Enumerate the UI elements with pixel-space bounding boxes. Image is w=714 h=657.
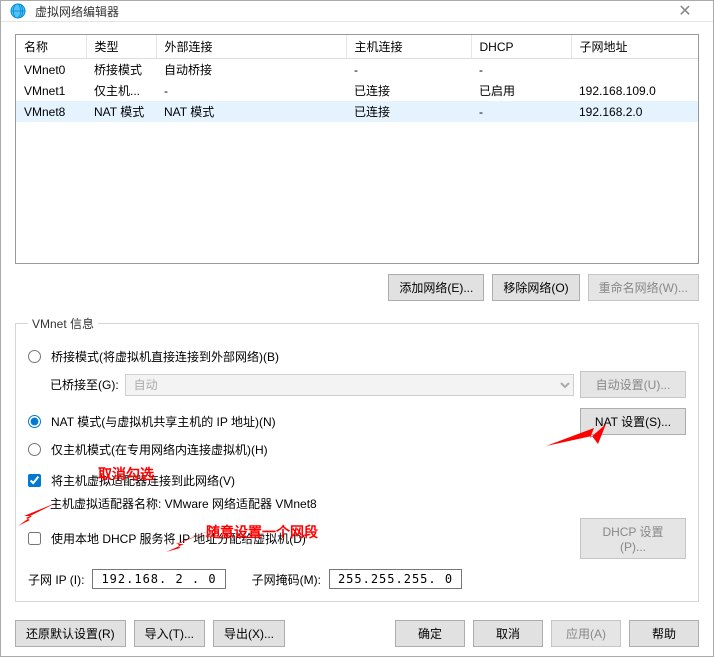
cell-name: VMnet1: [16, 80, 86, 101]
import-button[interactable]: 导入(T)...: [134, 620, 205, 647]
table-row[interactable]: VMnet8NAT 模式NAT 模式已连接-192.168.2.0: [16, 101, 698, 122]
table-row[interactable]: VMnet1仅主机...-已连接已启用192.168.109.0: [16, 80, 698, 101]
remove-network-button[interactable]: 移除网络(O): [492, 274, 579, 301]
bridged-to-label: 已桥接至(G):: [50, 376, 119, 393]
table-row[interactable]: VMnet0桥接模式自动桥接--: [16, 59, 698, 81]
nat-settings-button[interactable]: NAT 设置(S)...: [580, 408, 686, 435]
cell-subnet: [571, 59, 698, 81]
host-only-label: 仅主机模式(在专用网络内连接虚拟机)(H): [51, 441, 268, 458]
cell-host: -: [346, 59, 471, 81]
cell-type: 仅主机...: [86, 80, 156, 101]
fieldset-legend: VMnet 信息: [28, 315, 98, 332]
subnet-ip-label: 子网 IP (I):: [28, 571, 84, 588]
restore-defaults-button[interactable]: 还原默认设置(R): [15, 620, 126, 647]
auto-settings-button: 自动设置(U)...: [580, 371, 686, 398]
rename-network-button: 重命名网络(W)...: [588, 274, 699, 301]
host-adapter-name: 主机虚拟适配器名称: VMware 网络适配器 VMnet8: [50, 495, 317, 512]
bridged-mode-label: 桥接模式(将虚拟机直接连接到外部网络)(B): [51, 348, 279, 365]
app-icon: [9, 2, 27, 20]
network-button-row: 添加网络(E)... 移除网络(O) 重命名网络(W)...: [15, 274, 699, 301]
cell-dhcp: 已启用: [471, 80, 571, 101]
col-type[interactable]: 类型: [86, 35, 156, 59]
col-name[interactable]: 名称: [16, 35, 86, 59]
connect-host-checkbox[interactable]: [28, 474, 41, 487]
col-dhcp[interactable]: DHCP: [471, 35, 571, 59]
cell-ext: -: [156, 80, 346, 101]
col-ext[interactable]: 外部连接: [156, 35, 346, 59]
dhcp-settings-button: DHCP 设置(P)...: [580, 518, 686, 559]
cell-name: VMnet0: [16, 59, 86, 81]
cell-ext: NAT 模式: [156, 101, 346, 122]
window-title: 虚拟网络编辑器: [35, 3, 665, 20]
add-network-button[interactable]: 添加网络(E)...: [388, 274, 484, 301]
subnet-mask-input[interactable]: 255.255.255. 0: [329, 569, 462, 589]
bridged-to-select: 自动: [125, 374, 574, 396]
ok-button[interactable]: 确定: [395, 620, 465, 647]
vmnet-table[interactable]: 名称 类型 外部连接 主机连接 DHCP 子网地址 VMnet0桥接模式自动桥接…: [15, 34, 699, 264]
table-header-row: 名称 类型 外部连接 主机连接 DHCP 子网地址: [16, 35, 698, 59]
col-host[interactable]: 主机连接: [346, 35, 471, 59]
nat-mode-radio[interactable]: [28, 415, 41, 428]
subnet-ip-input[interactable]: 192.168. 2 . 0: [92, 569, 225, 589]
cancel-button[interactable]: 取消: [473, 620, 543, 647]
cell-dhcp: -: [471, 101, 571, 122]
apply-button: 应用(A): [551, 620, 621, 647]
cell-subnet: 192.168.2.0: [571, 101, 698, 122]
use-dhcp-label: 使用本地 DHCP 服务将 IP 地址分配给虚拟机(D): [51, 530, 306, 547]
bridged-mode-radio[interactable]: [28, 350, 41, 363]
nat-mode-label: NAT 模式(与虚拟机共享主机的 IP 地址)(N): [51, 413, 276, 430]
col-subnet[interactable]: 子网地址: [571, 35, 698, 59]
use-dhcp-checkbox[interactable]: [28, 532, 41, 545]
connect-host-label: 将主机虚拟适配器连接到此网络(V): [51, 472, 235, 489]
cell-name: VMnet8: [16, 101, 86, 122]
cell-host: 已连接: [346, 101, 471, 122]
cell-dhcp: -: [471, 59, 571, 81]
export-button[interactable]: 导出(X)...: [213, 620, 285, 647]
bottom-button-bar: 还原默认设置(R) 导入(T)... 导出(X)... 确定 取消 应用(A) …: [1, 610, 713, 657]
help-button[interactable]: 帮助: [629, 620, 699, 647]
cell-type: NAT 模式: [86, 101, 156, 122]
host-only-radio[interactable]: [28, 443, 41, 456]
cell-subnet: 192.168.109.0: [571, 80, 698, 101]
cell-type: 桥接模式: [86, 59, 156, 81]
close-button[interactable]: ✕: [665, 1, 705, 21]
cell-host: 已连接: [346, 80, 471, 101]
vmnet-info-fieldset: VMnet 信息 桥接模式(将虚拟机直接连接到外部网络)(B) 已桥接至(G):…: [15, 315, 699, 602]
titlebar: 虚拟网络编辑器 ✕: [1, 1, 713, 22]
cell-ext: 自动桥接: [156, 59, 346, 81]
subnet-mask-label: 子网掩码(M):: [252, 571, 321, 588]
